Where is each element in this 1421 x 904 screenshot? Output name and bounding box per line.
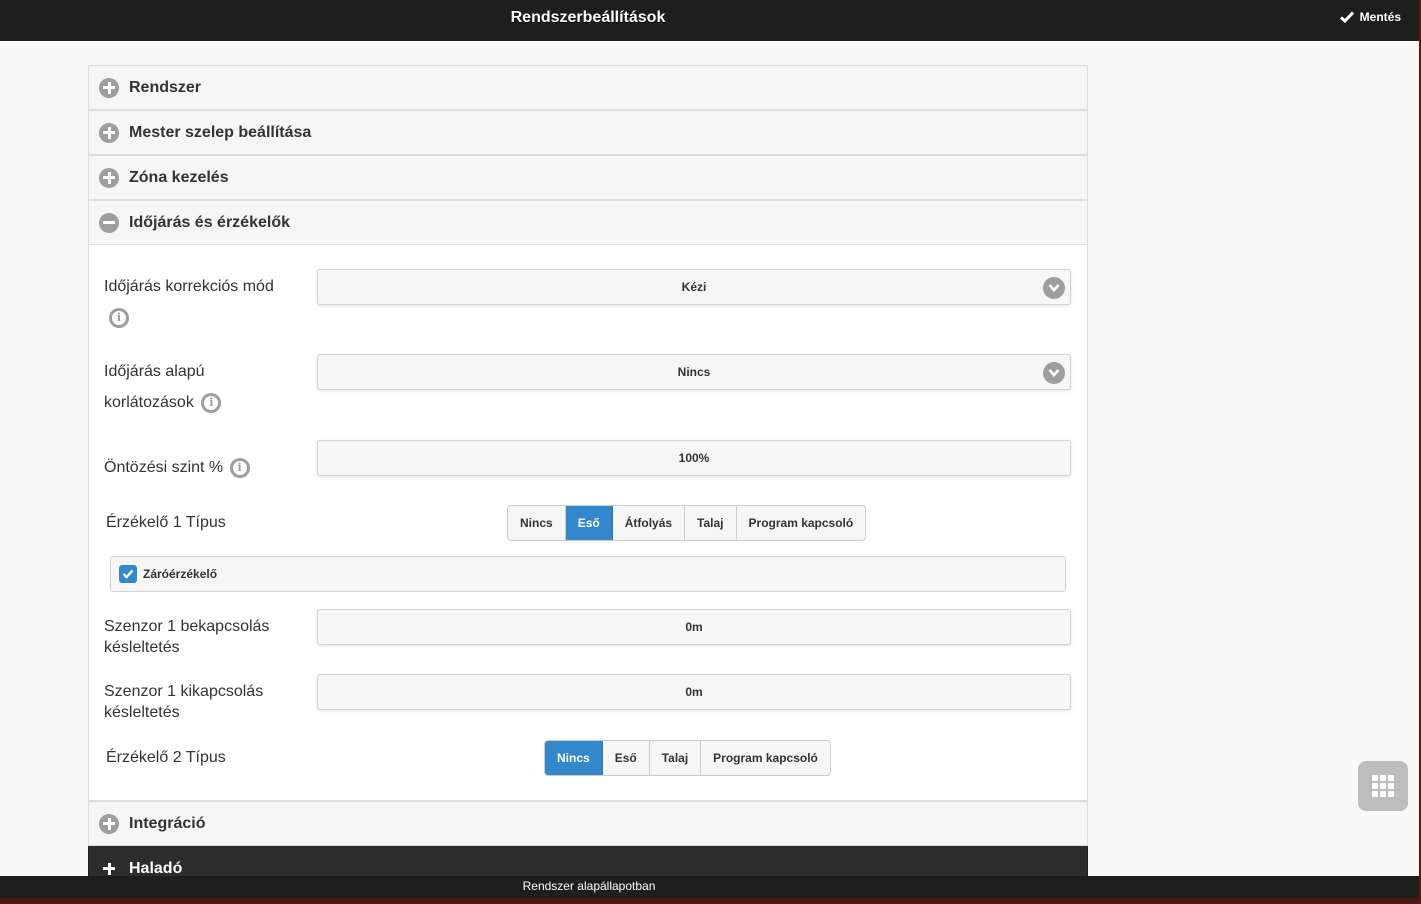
sensor2-option-talaj[interactable]: Talaj xyxy=(650,741,702,775)
page-title: Rendszerbeállítások xyxy=(510,9,666,26)
section-zone: Zóna kezelés xyxy=(88,155,1088,200)
correction-mode-label: Időjárás korrekciós mód xyxy=(104,276,274,297)
section-title: Integráció xyxy=(129,814,206,832)
sensor1-option-atfolyas[interactable]: Átfolyás xyxy=(613,506,686,540)
minus-circle-icon xyxy=(99,212,119,233)
sensor1-on-delay-text-2: késleltetés xyxy=(104,639,180,656)
section-title: Időjárás és érzékelők xyxy=(129,213,290,231)
weather-panel: Időjárás korrekciós mód i Kézi Időjárás … xyxy=(89,245,1087,801)
settings-accordion: Rendszer Mester szelep beállítása Zóna k… xyxy=(88,65,1088,891)
sensor2-option-eso[interactable]: Eső xyxy=(603,741,650,775)
sensor1-off-delay-label: Szenzor 1 kikapcsolás késleltetés xyxy=(104,681,263,723)
sensor1-option-program-kapcsolo[interactable]: Program kapcsoló xyxy=(737,506,866,540)
restriction-label: Időjárás alapú xyxy=(104,361,205,382)
checkbox-checked xyxy=(119,565,137,583)
watering-level-value: 100% xyxy=(678,451,710,465)
restriction-value: Nincs xyxy=(677,365,711,379)
closing-sensor-label: Záróérzékelő xyxy=(143,567,218,581)
section-header-zone[interactable]: Zóna kezelés xyxy=(89,156,1087,200)
watering-level-input[interactable]: 100% xyxy=(317,440,1071,476)
sensor1-off-delay-text-1: Szenzor 1 kikapcsolás xyxy=(104,683,264,700)
section-header-weather[interactable]: Időjárás és érzékelők xyxy=(89,201,1087,245)
closing-sensor-checkbox[interactable]: Záróérzékelő xyxy=(110,556,1066,592)
window-edge-bottom xyxy=(0,898,1421,904)
sensor1-option-eso[interactable]: Eső xyxy=(565,506,613,540)
correction-mode-select[interactable]: Kézi xyxy=(317,269,1071,305)
sensor1-off-delay-text-2: késleltetés xyxy=(104,704,180,721)
sensor1-on-delay-text-1: Szenzor 1 bekapcsolás xyxy=(104,618,270,635)
section-title: Zóna kezelés xyxy=(129,168,229,186)
menu-grid-button[interactable] xyxy=(1358,761,1408,811)
sensor1-type-label: Érzékelő 1 Típus xyxy=(106,512,226,533)
sensor2-type-label: Érzékelő 2 Típus xyxy=(106,747,226,768)
plus-circle-icon xyxy=(99,77,119,98)
sensor1-type-selector: Nincs Eső Átfolyás Talaj Program kapcsol… xyxy=(507,505,867,541)
correction-mode-value: Kézi xyxy=(681,280,707,294)
header-bar: Rendszerbeállítások Mentés xyxy=(0,0,1419,41)
info-icon[interactable]: i xyxy=(201,392,222,413)
sensor1-type-text: Érzékelő 1 Típus xyxy=(106,514,226,531)
info-icon[interactable]: i xyxy=(229,457,250,478)
plus-circle-icon xyxy=(99,813,119,834)
section-weather: Időjárás és érzékelők Időjárás korrekció… xyxy=(88,200,1088,801)
restriction-select[interactable]: Nincs xyxy=(317,354,1071,390)
watering-level-text: Öntözési szint % xyxy=(104,459,224,476)
info-glyph: i xyxy=(237,460,242,474)
sensor1-off-delay-value: 0m xyxy=(685,685,703,699)
info-icon[interactable]: i xyxy=(109,308,129,328)
status-bar: Rendszer alapállapotban xyxy=(0,876,1419,898)
save-label: Mentés xyxy=(1359,10,1401,24)
sensor1-option-nincs[interactable]: Nincs xyxy=(508,506,566,540)
info-glyph: i xyxy=(209,395,214,409)
section-header-master-valve[interactable]: Mester szelep beállítása xyxy=(89,111,1087,155)
restriction-label-line2: korlátozások i xyxy=(104,392,222,413)
save-button[interactable]: Mentés xyxy=(1336,5,1407,29)
section-master-valve: Mester szelep beállítása xyxy=(88,110,1088,155)
sensor2-type-text: Érzékelő 2 Típus xyxy=(106,749,226,766)
info-glyph: i xyxy=(116,311,122,324)
correction-mode-text: Időjárás korrekciós mód xyxy=(104,278,274,295)
restriction-text-2: korlátozások xyxy=(104,394,194,411)
sensor2-type-selector: Nincs Eső Talaj Program kapcsoló xyxy=(544,740,831,776)
section-title: Haladó xyxy=(129,859,183,877)
sensor2-option-program-kapcsolo[interactable]: Program kapcsoló xyxy=(701,741,830,775)
sensor1-on-delay-value: 0m xyxy=(685,620,703,634)
chevron-down-icon xyxy=(1043,277,1065,299)
restriction-text-1: Időjárás alapú xyxy=(104,363,205,380)
section-title: Mester szelep beállítása xyxy=(129,123,312,141)
grid-icon xyxy=(1372,775,1394,797)
plus-circle-icon xyxy=(99,122,119,143)
sensor1-on-delay-input[interactable]: 0m xyxy=(317,609,1071,645)
sensor1-off-delay-input[interactable]: 0m xyxy=(317,674,1071,710)
section-integration: Integráció xyxy=(88,801,1088,846)
sensor2-option-nincs[interactable]: Nincs xyxy=(545,741,603,775)
watering-level-label: Öntözési szint % i xyxy=(104,457,250,478)
section-rendszer: Rendszer xyxy=(88,65,1088,110)
section-header-rendszer[interactable]: Rendszer xyxy=(89,66,1087,110)
section-header-integration[interactable]: Integráció xyxy=(89,802,1087,846)
sensor1-option-talaj[interactable]: Talaj xyxy=(685,506,737,540)
plus-circle-icon xyxy=(99,167,119,188)
check-icon xyxy=(1339,11,1354,23)
section-title: Rendszer xyxy=(129,78,202,96)
chevron-down-icon xyxy=(1043,362,1065,384)
status-text: Rendszer alapállapotban xyxy=(522,879,656,893)
sensor1-on-delay-label: Szenzor 1 bekapcsolás késleltetés xyxy=(104,616,269,658)
